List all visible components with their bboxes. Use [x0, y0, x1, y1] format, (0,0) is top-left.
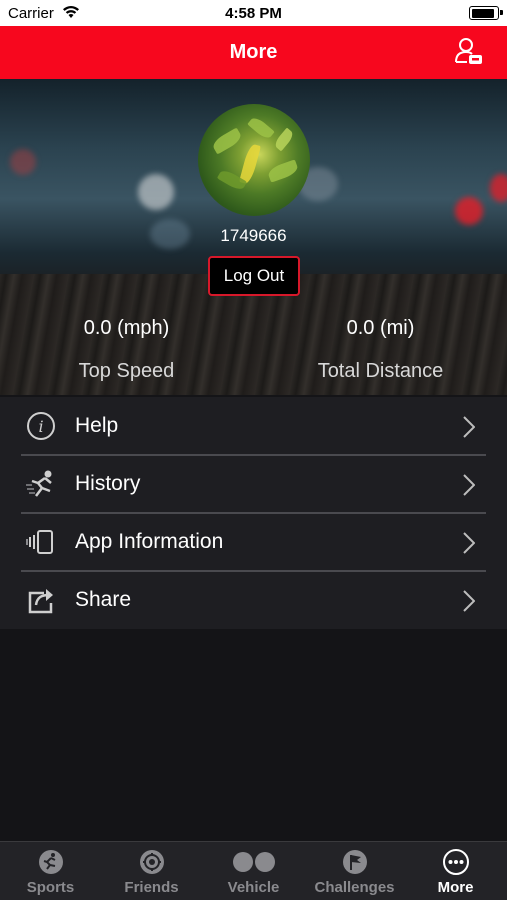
sports-icon	[36, 848, 66, 876]
tab-label: Friends	[124, 879, 179, 896]
username: 1749666	[220, 226, 287, 245]
chevron-right-icon	[463, 532, 476, 554]
share-icon	[24, 585, 58, 615]
total-distance-label: Total Distance	[317, 360, 444, 382]
top-speed-label: Top Speed	[78, 360, 175, 382]
friends-icon	[137, 848, 167, 876]
user-settings-icon[interactable]	[453, 36, 485, 68]
menu-item-label: History	[75, 472, 141, 495]
chevron-right-icon	[463, 590, 476, 612]
menu-list: i Help History App Information Share	[0, 397, 507, 629]
tab-more[interactable]: More	[405, 842, 506, 900]
menu-item-app-information[interactable]: App Information	[0, 513, 507, 571]
info-icon: i	[24, 411, 58, 441]
tab-vehicle[interactable]: Vehicle	[203, 842, 304, 900]
device-info-icon	[24, 527, 58, 557]
runner-icon	[24, 469, 58, 499]
battery-icon	[469, 6, 503, 20]
menu-item-label: Help	[75, 414, 119, 437]
tab-friends[interactable]: Friends	[101, 842, 202, 900]
top-speed-value: 0.0 (mph)	[83, 317, 170, 339]
menu-item-label: App Information	[75, 530, 224, 553]
tab-challenges[interactable]: Challenges	[304, 842, 405, 900]
avatar[interactable]	[198, 104, 310, 216]
total-distance-value: 0.0 (mi)	[346, 317, 415, 339]
clock: 4:58 PM	[225, 5, 282, 22]
chevron-right-icon	[463, 474, 476, 496]
tab-label: Challenges	[314, 879, 395, 896]
menu-item-label: Share	[75, 588, 132, 611]
page-title: More	[229, 41, 278, 63]
tab-sports[interactable]: Sports	[0, 842, 101, 900]
profile-header: 1749666 Log Out 0.0 (mph) 0.0 (mi) Top S…	[0, 79, 507, 395]
menu-item-history[interactable]: History	[0, 455, 507, 513]
tab-bar: Sports Friends Vehicle Challenges More	[0, 841, 507, 900]
status-bar: Carrier 4:58 PM	[0, 0, 507, 26]
logout-button[interactable]: Log Out	[208, 256, 300, 296]
tab-label: More	[437, 879, 474, 896]
more-icon	[441, 848, 471, 876]
svg-text:i: i	[38, 417, 43, 436]
vehicle-icon	[231, 848, 277, 876]
nav-bar: More	[0, 26, 507, 79]
menu-item-help[interactable]: i Help	[0, 397, 507, 455]
flag-icon	[340, 848, 370, 876]
chevron-right-icon	[463, 416, 476, 438]
menu-item-share[interactable]: Share	[0, 571, 507, 629]
tab-label: Sports	[26, 879, 75, 896]
tab-label: Vehicle	[227, 879, 280, 896]
